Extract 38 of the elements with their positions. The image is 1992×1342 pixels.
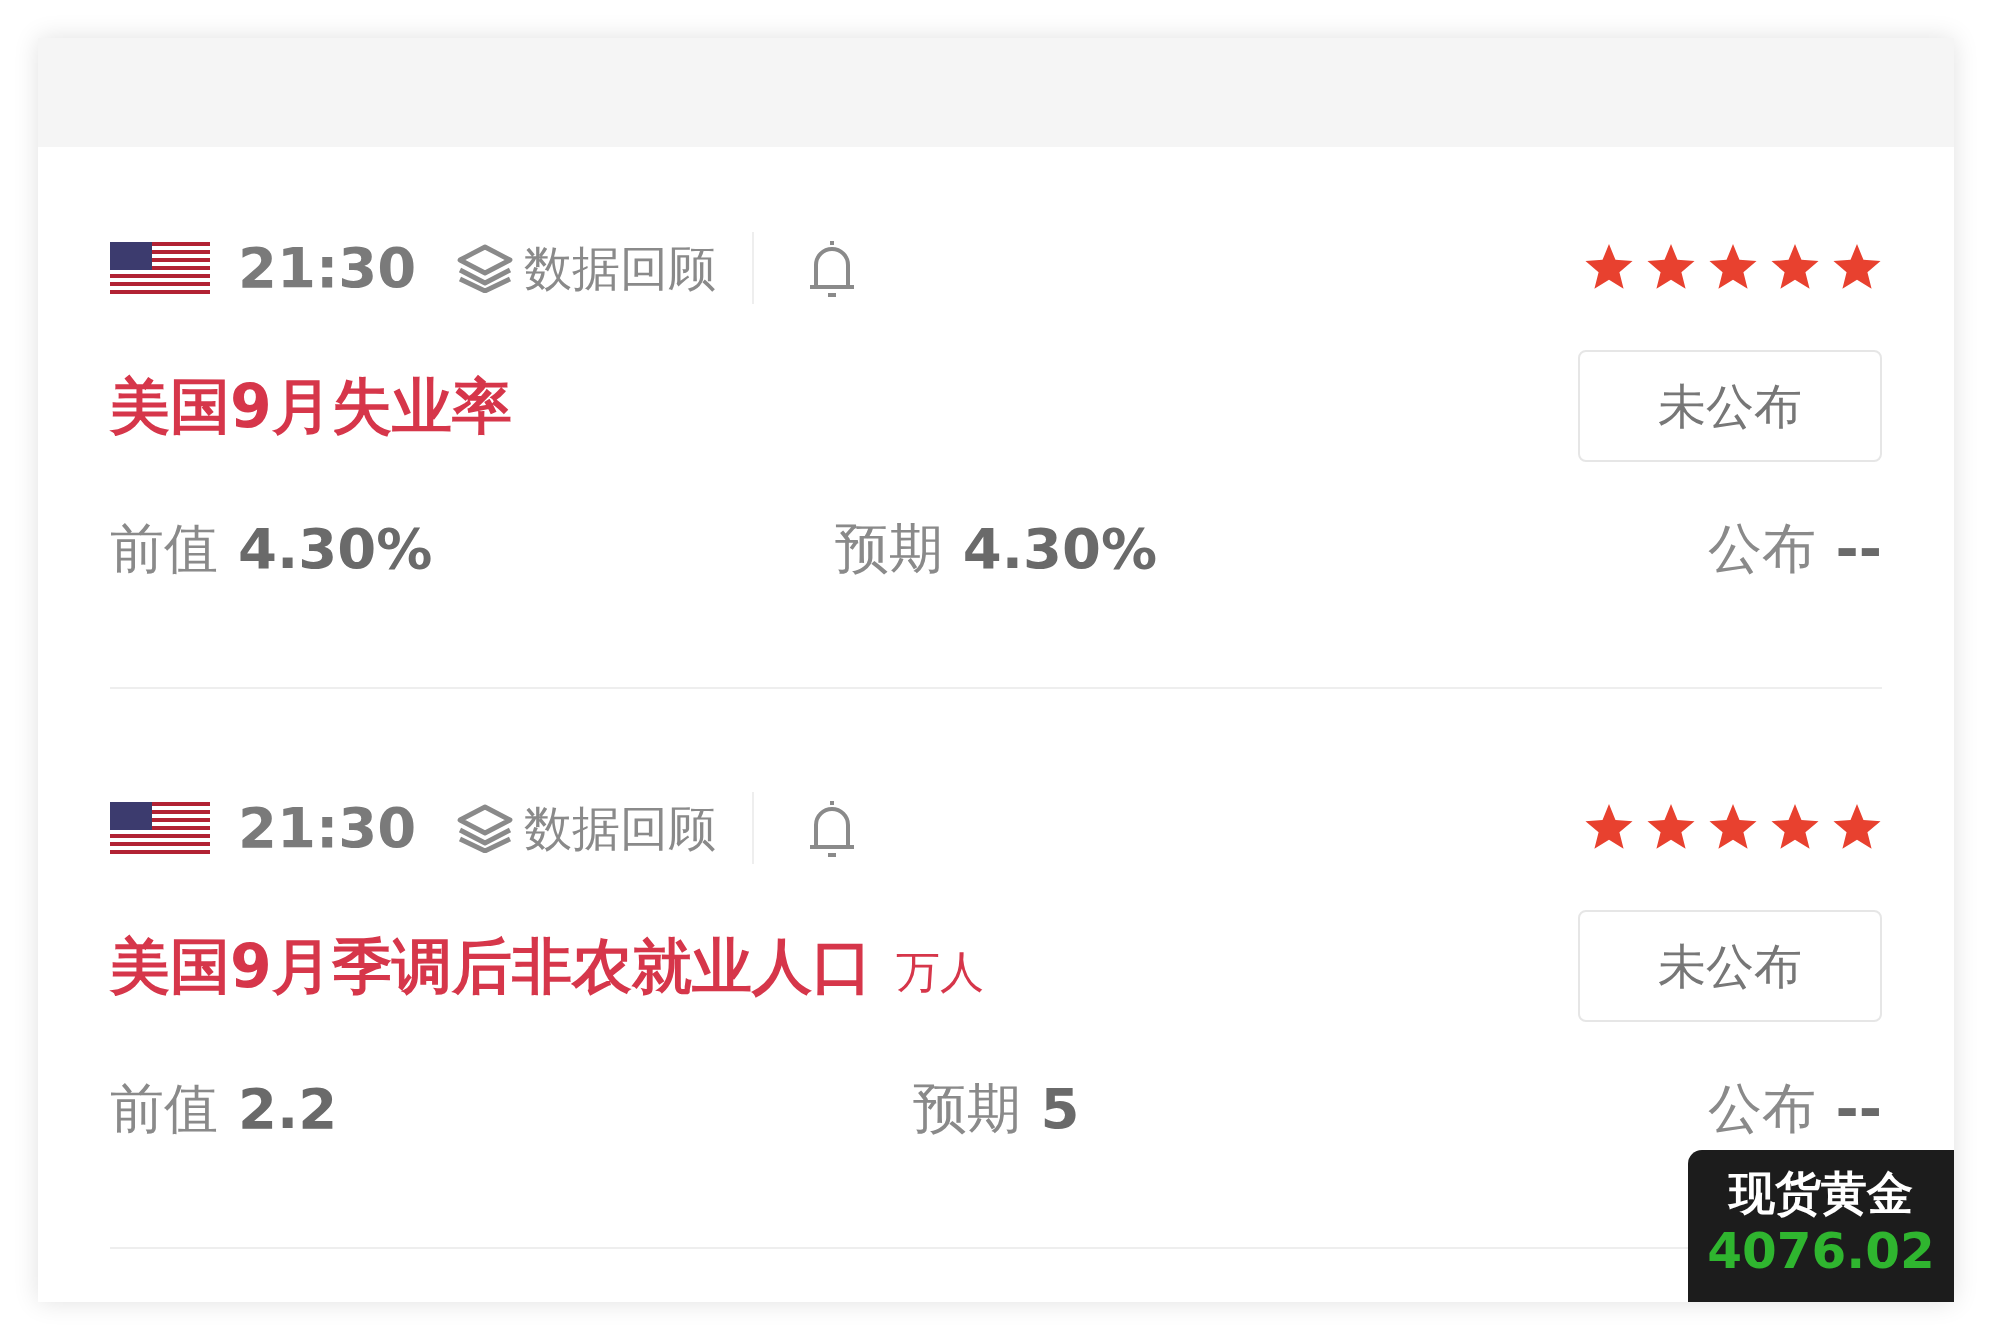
value-text: -- bbox=[1835, 1081, 1882, 1137]
value-label: 前值 bbox=[110, 522, 218, 576]
star-icon bbox=[1708, 244, 1758, 292]
ticker-name: 现货黄金 bbox=[1729, 1170, 1913, 1216]
star-icon bbox=[1708, 804, 1758, 852]
value-text: 5 bbox=[1040, 1081, 1080, 1137]
status-button[interactable]: 未公布 bbox=[1578, 350, 1882, 462]
star-icon bbox=[1832, 244, 1882, 292]
star-icon bbox=[1770, 804, 1820, 852]
value-label: 前值 bbox=[110, 1082, 218, 1136]
star-icon bbox=[1770, 244, 1820, 292]
ticker-price: 4076.02 bbox=[1707, 1226, 1935, 1276]
layers-icon bbox=[456, 803, 515, 853]
event-title: 美国9月季调后非农就业人口 bbox=[110, 936, 872, 996]
star-icon bbox=[1584, 244, 1634, 292]
value-label: 预期 bbox=[912, 1082, 1021, 1136]
price-ticker[interactable]: 现货黄金 4076.02 bbox=[1688, 1150, 1954, 1302]
event-time: 21:30 bbox=[238, 800, 417, 856]
event-time: 21:30 bbox=[238, 240, 417, 296]
star-icon bbox=[1646, 244, 1696, 292]
value-text: 4.30% bbox=[238, 521, 433, 577]
value-label: 公布 bbox=[1707, 1082, 1816, 1136]
value-label: 公布 bbox=[1707, 522, 1816, 576]
data-review-link[interactable]: 数据回顾 bbox=[456, 243, 717, 293]
star-icon bbox=[1646, 804, 1696, 852]
status-button[interactable]: 未公布 bbox=[1578, 910, 1882, 1022]
star-icon bbox=[1584, 804, 1634, 852]
unit-label: 万人 bbox=[895, 950, 984, 994]
flag-icon bbox=[110, 802, 210, 854]
value-text: 2.2 bbox=[238, 1081, 338, 1137]
value-label: 预期 bbox=[834, 522, 943, 576]
flag-icon bbox=[110, 242, 210, 294]
value-text: 4.30% bbox=[962, 521, 1158, 577]
star-icon bbox=[1832, 804, 1882, 852]
event-title: 美国9月失业率 bbox=[110, 376, 512, 436]
data-review-link[interactable]: 数据回顾 bbox=[456, 803, 717, 853]
layers-icon bbox=[456, 243, 515, 293]
value-text: -- bbox=[1835, 521, 1882, 577]
